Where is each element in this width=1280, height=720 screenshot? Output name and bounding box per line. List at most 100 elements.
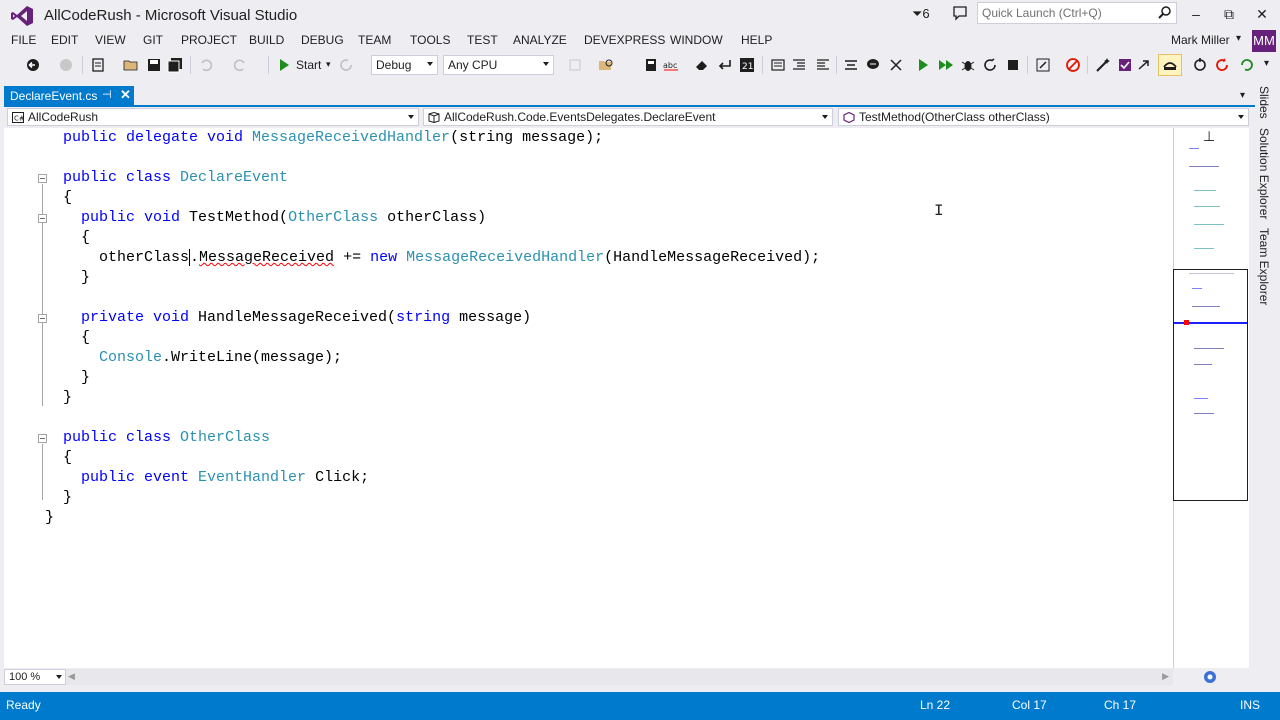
start-debugging-icon[interactable] bbox=[280, 59, 289, 71]
arrow-icon[interactable] bbox=[1136, 57, 1152, 73]
new-project-icon[interactable] bbox=[90, 57, 106, 73]
menu-window[interactable]: WINDOW bbox=[670, 33, 723, 47]
menu-view[interactable]: VIEW bbox=[95, 33, 126, 47]
redo-icon[interactable] bbox=[232, 57, 248, 73]
quick-launch-input[interactable]: Quick Launch (Ctrl+Q) bbox=[977, 2, 1177, 24]
refresh-icon[interactable] bbox=[338, 57, 354, 73]
menu-analyze[interactable]: ANALYZE bbox=[513, 33, 567, 47]
pull-icon[interactable] bbox=[1214, 57, 1230, 73]
tab-slides[interactable]: Slides bbox=[1257, 86, 1271, 119]
start-button[interactable]: Start bbox=[296, 58, 321, 72]
scroll-right-icon[interactable]: ▶ bbox=[1162, 671, 1169, 682]
notifications-indicator[interactable]: ⏷6 bbox=[912, 6, 930, 22]
navigate-back-icon[interactable] bbox=[25, 57, 41, 73]
minimap-viewport[interactable] bbox=[1173, 269, 1248, 501]
chevron-down-icon bbox=[822, 115, 828, 119]
tab-declare-event[interactable]: DeclareEvent.cs ⊣ ✕ bbox=[4, 86, 134, 106]
horizontal-scrollbar[interactable]: ◀ ▶ bbox=[66, 669, 1173, 685]
close-button[interactable]: ✕ bbox=[1247, 4, 1277, 26]
toolbar-separator bbox=[1027, 56, 1028, 74]
outdent-icon[interactable] bbox=[815, 57, 831, 73]
menu-test[interactable]: TEST bbox=[467, 33, 498, 47]
bug-icon[interactable] bbox=[960, 57, 976, 73]
pin-icon[interactable]: ⊣ bbox=[102, 88, 112, 101]
restart-icon[interactable] bbox=[982, 57, 998, 73]
align-icon[interactable] bbox=[843, 57, 859, 73]
status-insert-mode: INS bbox=[1240, 698, 1261, 712]
project-select[interactable]: C# AllCodeRush bbox=[7, 108, 419, 126]
chevron-down-icon[interactable]: ▾ bbox=[326, 59, 331, 70]
spell-check-icon[interactable]: abc bbox=[663, 57, 679, 73]
text-caret: . bbox=[189, 249, 200, 266]
undo-icon[interactable] bbox=[198, 57, 214, 73]
push-icon[interactable] bbox=[1239, 57, 1255, 73]
zoom-select[interactable]: 100 % bbox=[4, 669, 66, 685]
platform-select[interactable]: Any CPU bbox=[443, 55, 554, 75]
type-value: AllCodeRush.Code.EventsDelegates.Declare… bbox=[444, 110, 716, 124]
code-line: public class OtherClass bbox=[63, 429, 271, 446]
code-line: } bbox=[45, 509, 55, 526]
tab-solution-explorer[interactable]: Solution Explorer bbox=[1257, 128, 1271, 219]
collapse-toggle-icon[interactable] bbox=[38, 314, 47, 323]
menu-build[interactable]: BUILD bbox=[249, 33, 284, 47]
zoom-value: 100 % bbox=[9, 671, 41, 683]
menu-debug[interactable]: DEBUG bbox=[301, 33, 344, 47]
feedback-icon[interactable] bbox=[952, 5, 968, 21]
collapse-toggle-icon[interactable] bbox=[38, 214, 47, 223]
chevron-down-icon[interactable]: ▾ bbox=[1236, 33, 1241, 44]
save-all-icon[interactable] bbox=[167, 57, 183, 73]
type-select[interactable]: AllCodeRush.Code.EventsDelegates.Declare… bbox=[423, 108, 833, 126]
toolbar-overflow-icon[interactable]: ▾ bbox=[1264, 58, 1269, 69]
menu-file[interactable]: FILE bbox=[11, 33, 36, 47]
menu-git[interactable]: GIT bbox=[143, 33, 163, 47]
minimize-button[interactable]: ‒ bbox=[1181, 4, 1211, 26]
menu-project[interactable]: PROJECT bbox=[181, 33, 237, 47]
menu-tools[interactable]: TOOLS bbox=[410, 33, 450, 47]
comment-icon[interactable] bbox=[770, 57, 786, 73]
git-sync-icon[interactable] bbox=[1192, 57, 1208, 73]
settings-gear-icon[interactable] bbox=[1202, 669, 1218, 685]
tests-icon[interactable] bbox=[1117, 57, 1133, 73]
maximize-button[interactable]: ⧉ bbox=[1214, 4, 1244, 26]
collapse-toggle-icon[interactable] bbox=[38, 174, 47, 183]
tab-list-icon[interactable]: ▾ bbox=[1240, 90, 1245, 101]
collapse-icon[interactable] bbox=[888, 57, 904, 73]
menu-edit[interactable]: EDIT bbox=[51, 33, 78, 47]
menu-help[interactable]: HELP bbox=[741, 33, 772, 47]
step-icon[interactable] bbox=[1035, 57, 1051, 73]
find-in-files-icon[interactable] bbox=[598, 57, 614, 73]
run-fast-icon[interactable] bbox=[938, 57, 954, 73]
line-number-icon[interactable]: 21 bbox=[739, 57, 755, 73]
code-editor[interactable]: public delegate void MessageReceivedHand… bbox=[4, 128, 1173, 668]
platform-value: Any CPU bbox=[448, 58, 498, 72]
close-icon[interactable]: ✕ bbox=[120, 87, 131, 103]
flag-icon: ⏷ bbox=[912, 6, 923, 21]
indent-icon[interactable] bbox=[791, 57, 807, 73]
scroll-left-icon[interactable]: ◀ bbox=[68, 671, 75, 682]
eraser-icon[interactable] bbox=[694, 57, 710, 73]
navigate-forward-icon[interactable] bbox=[58, 57, 74, 73]
member-select[interactable]: TestMethod(OtherClass otherClass) bbox=[838, 108, 1249, 126]
collapse-toggle-icon[interactable] bbox=[38, 434, 47, 443]
bookmark-icon[interactable] bbox=[643, 57, 659, 73]
attach-icon[interactable] bbox=[567, 57, 583, 73]
minimap-line bbox=[1194, 224, 1224, 225]
return-arrow-icon[interactable] bbox=[717, 57, 733, 73]
save-icon[interactable] bbox=[146, 57, 162, 73]
status-char: Ch 17 bbox=[1104, 698, 1137, 712]
wand-icon[interactable] bbox=[1095, 57, 1111, 73]
avatar[interactable]: MM bbox=[1252, 30, 1276, 52]
split-window-icon[interactable]: ⊥ bbox=[1203, 128, 1215, 145]
tab-team-explorer[interactable]: Team Explorer bbox=[1257, 228, 1271, 305]
menu-team[interactable]: TEAM bbox=[358, 33, 391, 47]
chat-bubble-icon[interactable] bbox=[865, 57, 881, 73]
configuration-select[interactable]: Debug bbox=[371, 55, 438, 75]
open-folder-icon[interactable] bbox=[123, 57, 139, 73]
toggle-button-active[interactable] bbox=[1158, 54, 1182, 76]
user-name[interactable]: Mark Miller bbox=[1171, 33, 1230, 47]
stop-icon[interactable] bbox=[1005, 57, 1021, 73]
menu-devexpress[interactable]: DEVEXPRESS bbox=[584, 33, 665, 47]
breakpoint-disable-icon[interactable] bbox=[1065, 57, 1081, 73]
minimap-line bbox=[1189, 166, 1219, 167]
run-icon[interactable] bbox=[915, 57, 931, 73]
